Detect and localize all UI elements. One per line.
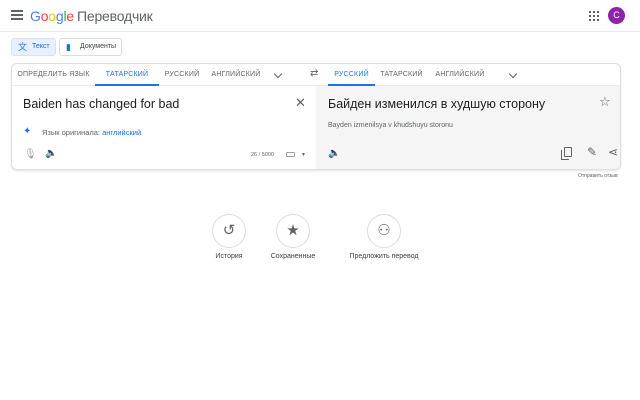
- logo-letter: e: [66, 8, 74, 24]
- target-lang-russian[interactable]: РУССКИЙ: [328, 64, 375, 86]
- menu-icon[interactable]: [11, 10, 23, 20]
- source-more-languages-chevron-icon[interactable]: [273, 69, 283, 79]
- source-speaker-icon[interactable]: 🔈: [45, 148, 57, 159]
- sparkle-icon: ✦: [23, 126, 32, 137]
- documents-mode-button[interactable]: ▮ Документы: [59, 38, 122, 56]
- saved-button[interactable]: ★ Сохраненные: [253, 214, 333, 260]
- source-lang-detect[interactable]: ОПРЕДЕЛИТЬ ЯЗЫК: [12, 64, 95, 86]
- source-lang-russian[interactable]: РУССКИЙ: [159, 64, 205, 86]
- contribute-icon: ⚇: [367, 214, 401, 248]
- send-feedback-link[interactable]: Отправить отзыв: [578, 173, 618, 179]
- avatar[interactable]: C: [608, 7, 625, 24]
- google-translate-logo[interactable]: Google Переводчик: [30, 8, 153, 24]
- transliteration: Bayden izmenilsya v khudshuyu storonu: [328, 122, 453, 129]
- text-mode-label: Текст: [32, 43, 50, 50]
- translated-text: Байден изменился в худшую сторону: [328, 97, 546, 111]
- target-more-languages-chevron-icon[interactable]: [508, 69, 518, 79]
- suggest-translation-button[interactable]: ⚇ Предложить перевод: [344, 214, 424, 260]
- suggest-label: Предложить перевод: [349, 253, 419, 260]
- apps-grid-icon[interactable]: [589, 11, 599, 21]
- star-icon: ★: [276, 214, 310, 248]
- target-lang-english[interactable]: АНГЛИЙСКИЙ: [428, 64, 492, 86]
- source-pane: Baiden has changed for bad ✕ ✦ Язык ориг…: [12, 86, 316, 169]
- target-lang-tatar[interactable]: ТАТАРСКИЙ: [375, 64, 428, 86]
- translation-card: ОПРЕДЕЛИТЬ ЯЗЫК ТАТАРСКИЙ РУССКИЙ АНГЛИЙ…: [11, 63, 621, 170]
- source-lang-tatar[interactable]: ТАТАРСКИЙ: [95, 64, 159, 86]
- saved-label: Сохраненные: [270, 253, 316, 260]
- document-icon: ▮: [66, 42, 71, 52]
- app-header: Google Переводчик C: [0, 0, 640, 32]
- documents-mode-label: Документы: [80, 43, 117, 50]
- keyboard-icon[interactable]: [286, 152, 295, 157]
- logo-letter: o: [48, 8, 56, 24]
- keyboard-chevron-icon[interactable]: ▼: [301, 152, 306, 158]
- copy-icon[interactable]: [561, 147, 572, 160]
- detected-language: Язык оригинала: английский: [42, 128, 141, 137]
- target-pane: Байден изменился в худшую сторону ☆ Bayd…: [316, 86, 620, 169]
- edit-icon[interactable]: ✎: [587, 145, 597, 159]
- save-star-icon[interactable]: ☆: [599, 94, 611, 110]
- logo-letter: G: [30, 8, 41, 24]
- language-bar: ОПРЕДЕЛИТЬ ЯЗЫК ТАТАРСКИЙ РУССКИЙ АНГЛИЙ…: [12, 64, 620, 86]
- target-speaker-icon[interactable]: 🔈: [328, 148, 340, 159]
- source-lang-english[interactable]: АНГЛИЙСКИЙ: [205, 64, 267, 86]
- source-text-input[interactable]: Baiden has changed for bad: [23, 97, 179, 111]
- detected-prefix: Язык оригинала:: [42, 128, 101, 137]
- product-name: Переводчик: [77, 8, 153, 24]
- detected-language-link[interactable]: английский: [102, 128, 141, 137]
- microphone-icon[interactable]: 🎙: [24, 149, 37, 160]
- clear-icon[interactable]: ✕: [295, 96, 306, 109]
- translate-icon: 文: [18, 42, 28, 52]
- history-icon: ↺: [212, 214, 246, 248]
- share-icon[interactable]: ⋖: [608, 145, 618, 159]
- text-mode-button[interactable]: 文 Текст: [11, 38, 56, 56]
- swap-languages-icon[interactable]: ⇄: [310, 68, 318, 79]
- character-count: 26 / 5000: [251, 152, 274, 158]
